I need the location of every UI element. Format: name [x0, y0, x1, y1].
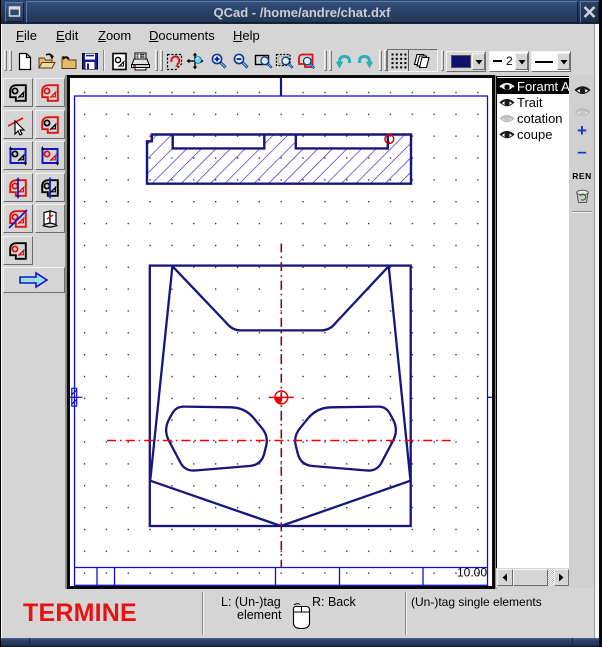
svg-text:10.00: 10.00 [457, 566, 487, 580]
